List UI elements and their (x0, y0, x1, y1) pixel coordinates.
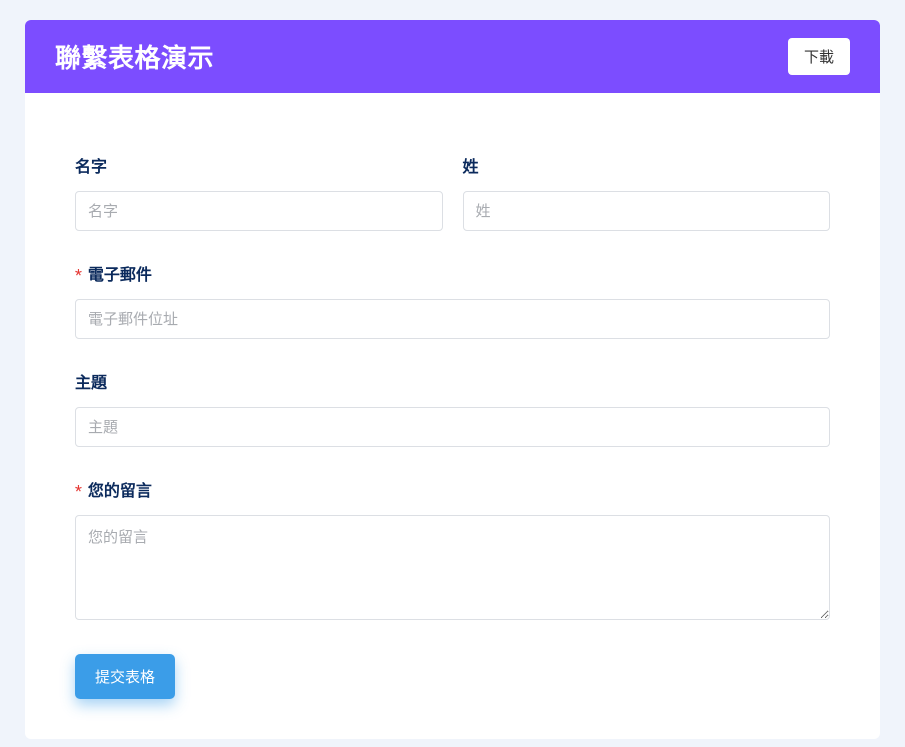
download-button[interactable]: 下載 (788, 38, 850, 75)
first-name-label: 名字 (75, 153, 443, 177)
email-group: * 電子郵件 (75, 261, 830, 339)
subject-label: 主題 (75, 369, 830, 393)
message-label-text: 您的留言 (88, 481, 152, 500)
message-textarea[interactable] (75, 515, 830, 620)
email-label-text: 電子郵件 (88, 265, 152, 284)
name-row: 名字 姓 (75, 153, 830, 231)
last-name-label: 姓 (463, 153, 831, 177)
required-star: * (75, 265, 82, 284)
subject-input[interactable] (75, 407, 830, 447)
last-name-input[interactable] (463, 191, 831, 231)
card-header: 聯繫表格演示 下載 (25, 20, 880, 93)
message-group: * 您的留言 (75, 477, 830, 624)
required-star: * (75, 481, 82, 500)
last-name-group: 姓 (463, 153, 831, 231)
email-input[interactable] (75, 299, 830, 339)
message-label: * 您的留言 (75, 477, 830, 501)
card-body: 名字 姓 * 電子郵件 主題 * 您的留言 提交表格 (25, 93, 880, 739)
contact-form-card: 聯繫表格演示 下載 名字 姓 * 電子郵件 主題 * 您的留言 (25, 20, 880, 739)
first-name-group: 名字 (75, 153, 443, 231)
card-title: 聯繫表格演示 (55, 38, 214, 75)
email-label: * 電子郵件 (75, 261, 830, 285)
submit-button[interactable]: 提交表格 (75, 654, 175, 699)
first-name-input[interactable] (75, 191, 443, 231)
subject-group: 主題 (75, 369, 830, 447)
